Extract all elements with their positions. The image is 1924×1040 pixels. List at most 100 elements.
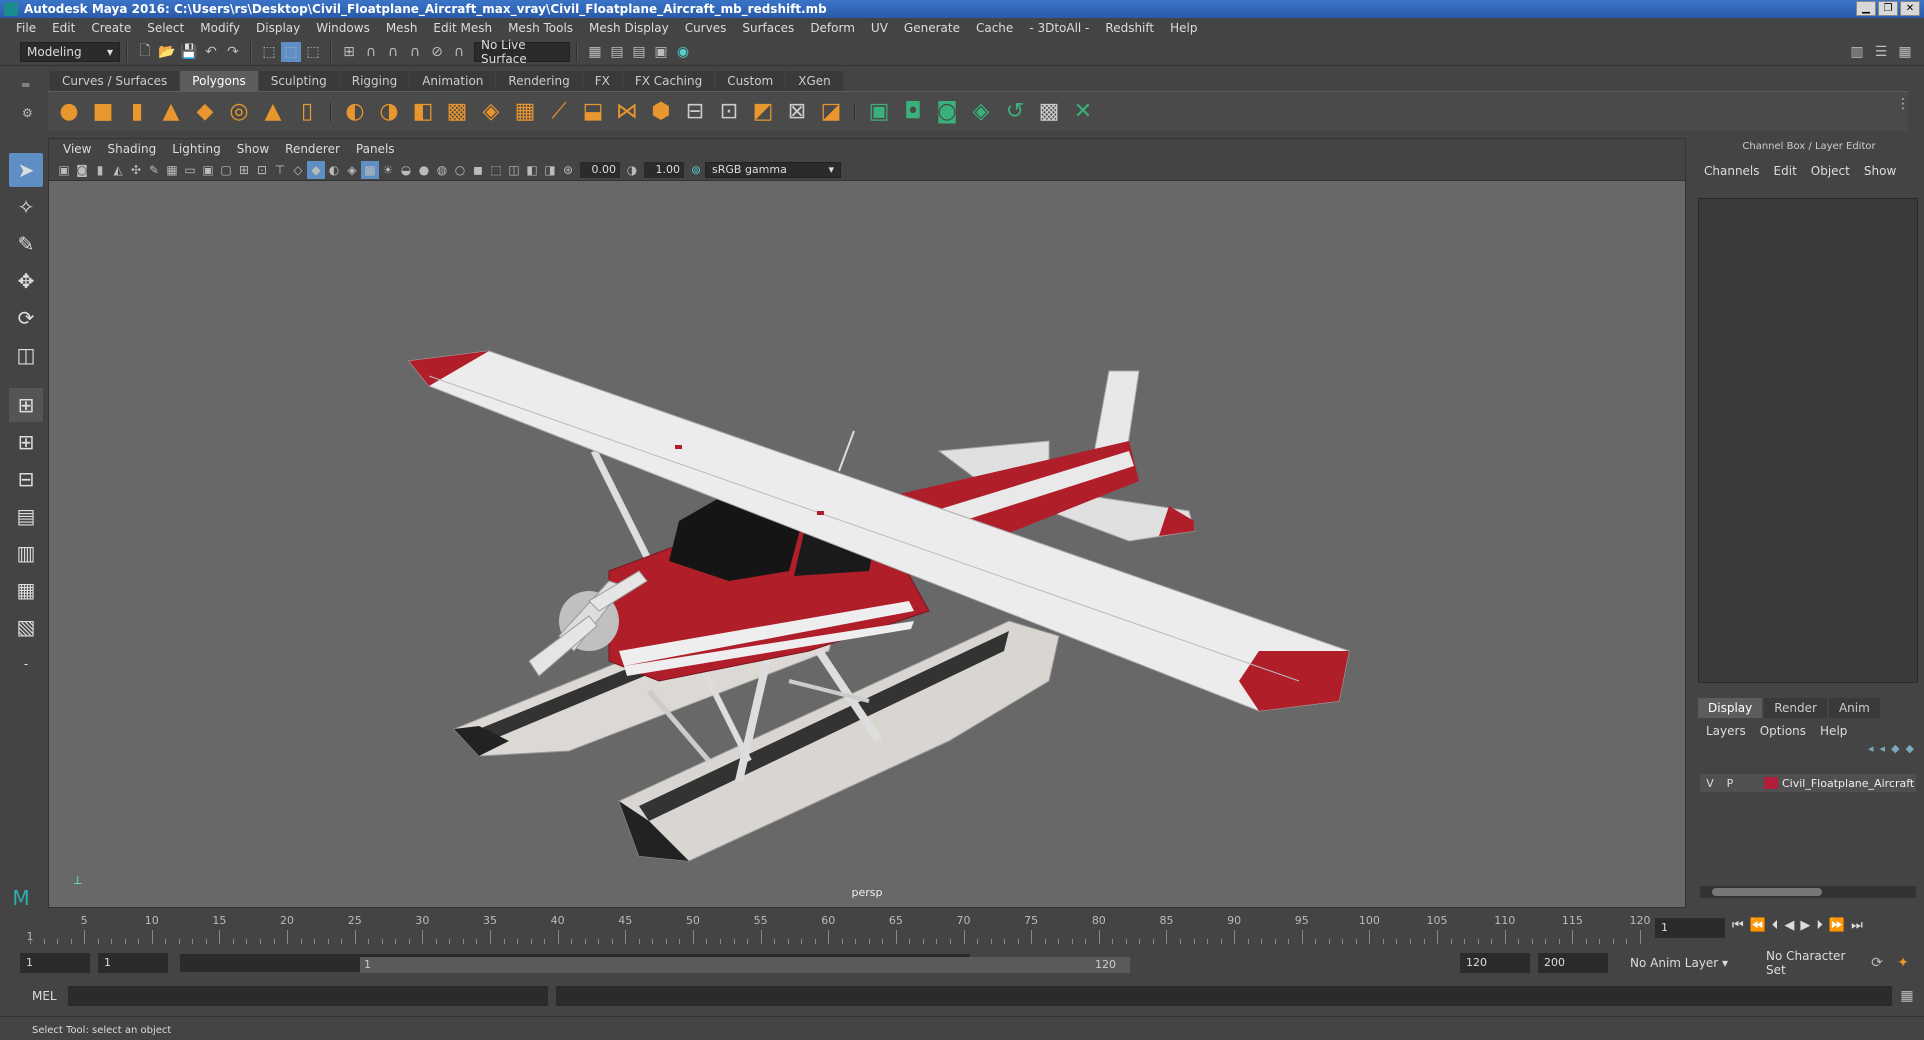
menu-edit-mesh[interactable]: Edit Mesh [425,21,500,35]
time-slider[interactable]: 1 5 10 15 20 25 30 35 40 45 50 55 60 65 70 75 80 85 90 95 1… [20,912,1651,946]
anti-aliasing-icon[interactable]: ○ [451,161,469,179]
auto-key-icon[interactable]: ⟳ [1867,953,1887,973]
step-forward-key-icon[interactable]: ⏩ [1829,918,1845,933]
magnet-icon[interactable]: ∩ [449,42,469,62]
viewport-menu-renderer[interactable]: Renderer [277,142,348,156]
menu-mesh[interactable]: Mesh [378,21,426,35]
new-layer-icon[interactable]: ◆ [1891,742,1899,755]
single-perspective-layout-icon[interactable]: ⊞ [9,425,43,459]
bookmark-icon[interactable]: ▮ [91,161,109,179]
persp-graph-layout-icon[interactable]: ▥ [9,536,43,570]
depth-of-field-icon[interactable]: ◼ [469,161,487,179]
layer-menu-help[interactable]: Help [1820,724,1847,738]
view-transform-dropdown[interactable]: sRGB gamma ▾ [705,161,841,178]
channel-box-menu-edit[interactable]: Edit [1774,164,1797,178]
poly-plane-icon[interactable]: ◆ [191,98,219,126]
multi-cut-icon[interactable]: ⊟ [681,98,709,126]
menu-select[interactable]: Select [139,21,192,35]
snap-view-icon[interactable]: ∩ [405,42,425,62]
script-editor-icon[interactable]: ▦ [1897,986,1917,1006]
channel-box-attributes[interactable] [1698,198,1918,683]
ambient-occlusion-icon[interactable]: ● [415,161,433,179]
mirror-icon[interactable]: ⟋ [545,98,573,126]
move-layer-down-icon[interactable]: ◂ [1880,742,1886,755]
shelf-gear-icon[interactable]: ⚙ [22,106,42,120]
uv-cylindrical-icon[interactable]: ◘ [899,98,927,126]
redo-icon[interactable]: ↷ [223,42,243,62]
uv-unfold-icon[interactable]: ↺ [1001,98,1029,126]
shelf-tab-rigging[interactable]: Rigging [339,71,410,91]
render-settings-icon[interactable]: ▣ [651,42,671,62]
field-chart-icon[interactable]: ⊞ [235,161,253,179]
uv-checker-icon[interactable]: ▩ [1035,98,1063,126]
append-polygon-icon[interactable]: ◪ [817,98,845,126]
play-backward-icon[interactable]: ◀ [1784,918,1794,933]
wireframe-on-shaded-icon[interactable]: ◈ [343,161,361,179]
layer-tab-render[interactable]: Render [1764,698,1827,718]
menu-3dtoall[interactable]: - 3DtoAll - [1021,21,1097,35]
color-management-icon[interactable]: ⊚ [687,161,705,179]
paint-select-tool-icon[interactable]: ✎ [9,227,43,261]
gamma-icon[interactable]: ◑ [623,161,641,179]
shelf-tab-fx-caching[interactable]: FX Caching [622,71,715,91]
viewport-menu-show[interactable]: Show [229,142,277,156]
command-language-label[interactable]: MEL [32,989,57,1003]
wireframe-icon[interactable]: ◇ [289,161,307,179]
menu-uv[interactable]: UV [863,21,896,35]
safe-action-icon[interactable]: ⊡ [253,161,271,179]
layer-editor-scrollbar[interactable] [1700,886,1916,898]
snap-grid-icon[interactable]: ⊞ [339,42,359,62]
new-scene-icon[interactable]: 🗋 [135,42,155,62]
insert-edge-loop-icon[interactable]: ⊡ [715,98,743,126]
anim-layer-dropdown[interactable]: No Anim Layer ▾ [1624,953,1734,973]
shelf-tab-curves-surfaces[interactable]: Curves / Surfaces [50,71,180,91]
menu-generate[interactable]: Generate [896,21,968,35]
viewport-menu-panels[interactable]: Panels [348,142,403,156]
smooth-icon[interactable]: ▩ [443,98,471,126]
step-back-key-icon[interactable]: ⏪ [1750,918,1766,933]
exposure-field[interactable]: 0.00 [580,161,620,178]
target-weld-icon[interactable]: ⊠ [783,98,811,126]
reduce-icon[interactable]: ▦ [511,98,539,126]
select-tool-icon[interactable]: ➤ [9,153,43,187]
safe-title-icon[interactable]: ⊤ [271,161,289,179]
poly-cube-icon[interactable]: ■ [89,98,117,126]
shelf-tab-polygons[interactable]: Polygons [180,71,258,91]
menu-set-dropdown[interactable]: Modeling ▾ [20,41,120,62]
viewport-menu-lighting[interactable]: Lighting [164,142,229,156]
shelf-tab-sculpting[interactable]: Sculpting [258,71,339,91]
snap-curve-icon[interactable]: ∩ [361,42,381,62]
viewport-menu-shading[interactable]: Shading [99,142,164,156]
poly-cylinder-icon[interactable]: ▮ [123,98,151,126]
menu-windows[interactable]: Windows [308,21,378,35]
separate-icon[interactable]: ◑ [375,98,403,126]
bridge-icon[interactable]: ⋈ [613,98,641,126]
layer-color-swatch[interactable] [1764,777,1778,789]
hypershade-icon[interactable]: ◉ [673,42,693,62]
playback-start-field[interactable]: 1 [98,953,168,973]
isolate-select-icon[interactable]: ⬚ [487,161,505,179]
more-layouts-icon[interactable]: ▧ [9,610,43,644]
animation-end-field[interactable]: 200 [1538,953,1608,973]
poly-sphere-icon[interactable]: ● [55,98,83,126]
ipr-render-icon[interactable]: ▤ [629,42,649,62]
layer-playback-toggle[interactable]: P [1720,777,1740,790]
bevel-icon[interactable]: ⬢ [647,98,675,126]
shelf-tab-rendering[interactable]: Rendering [496,71,582,91]
shelf-tab-custom[interactable]: Custom [715,71,786,91]
resolution-gate-icon[interactable]: ▣ [199,161,217,179]
menu-curves[interactable]: Curves [677,21,735,35]
xray-active-icon[interactable]: ◧ [523,161,541,179]
character-set-dropdown[interactable]: No Character Set [1760,949,1870,977]
attribute-editor-icon[interactable]: ☰ [1871,42,1891,62]
scrollbar-thumb[interactable] [1712,888,1822,896]
perspective-viewport[interactable]: View Shading Lighting Show Renderer Pane… [48,138,1686,908]
shelf-tab-animation[interactable]: Animation [410,71,496,91]
poly-cone-icon[interactable]: ▲ [157,98,185,126]
menu-mesh-tools[interactable]: Mesh Tools [500,21,581,35]
show-manipulator-icon[interactable]: ⊞ [9,388,43,422]
uv-planar-icon[interactable]: ▣ [865,98,893,126]
move-layer-up-icon[interactable]: ◂ [1868,742,1874,755]
layer-menu-options[interactable]: Options [1760,724,1806,738]
poly-torus-icon[interactable]: ◎ [225,98,253,126]
